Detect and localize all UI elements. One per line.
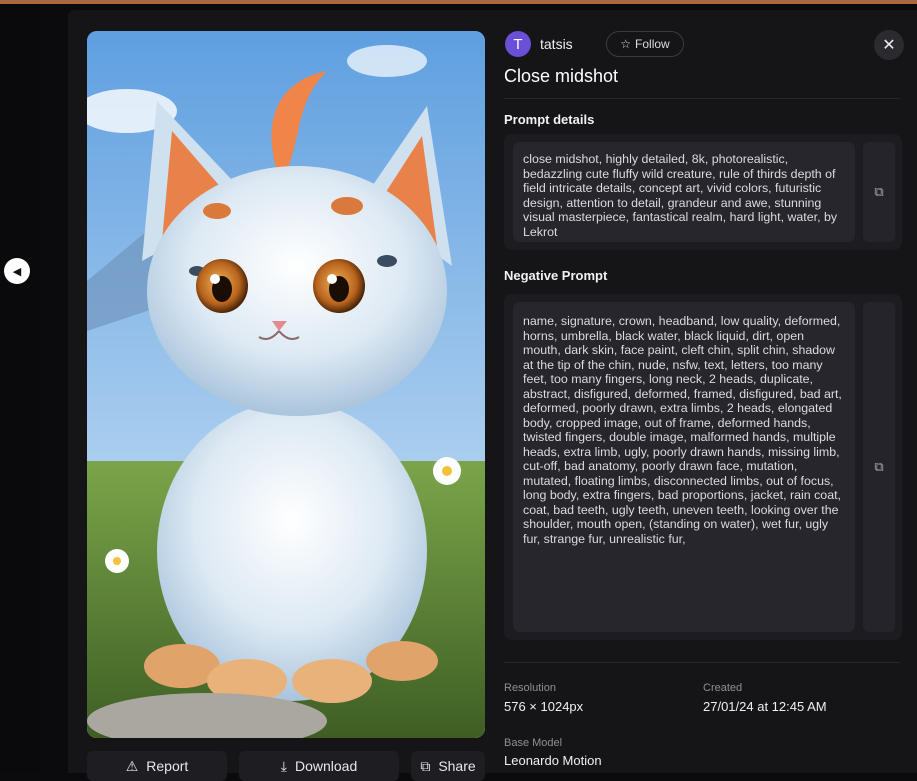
base-model-value: Leonardo Motion: [504, 753, 602, 768]
prompt-box: close midshot, highly detailed, 8k, phot…: [504, 134, 902, 250]
creature-illustration: [87, 31, 485, 738]
report-button[interactable]: ⚠ Report: [87, 751, 227, 781]
author-name[interactable]: tatsis: [540, 36, 573, 52]
negative-prompt-label: Negative Prompt: [504, 268, 608, 283]
download-label: Download: [294, 758, 358, 774]
share-icon: ⧉: [420, 757, 431, 774]
created-label: Created: [703, 682, 743, 694]
download-icon: ⤓: [280, 757, 287, 774]
negative-prompt-box: name, signature, crown, headband, low qu…: [504, 294, 902, 640]
download-button[interactable]: ⤓ Download: [239, 751, 399, 781]
copy-prompt-button[interactable]: ⧉: [863, 142, 895, 242]
copy-icon: ⧉: [874, 459, 884, 474]
warning-icon: ⚠: [125, 757, 139, 774]
copy-icon: ⧉: [874, 184, 884, 199]
copy-negative-prompt-button[interactable]: ⧉: [863, 302, 895, 632]
previous-image-button[interactable]: ◀: [4, 258, 30, 284]
follow-label: Follow: [635, 37, 670, 51]
top-accent-line: [0, 0, 917, 4]
report-label: Report: [146, 758, 189, 774]
base-model-label: Base Model: [504, 737, 563, 749]
share-label: Share: [438, 758, 476, 774]
page-title: Close midshot: [504, 66, 619, 86]
prompt-text: close midshot, highly detailed, 8k, phot…: [513, 142, 855, 242]
avatar[interactable]: T: [505, 31, 531, 57]
meta-divider: [504, 662, 900, 663]
left-gutter: [0, 4, 40, 773]
negative-prompt-text: name, signature, crown, headband, low qu…: [513, 302, 855, 632]
star-icon: ☆: [620, 37, 632, 51]
chevron-left-icon: ◀: [12, 265, 22, 278]
prompt-details-label: Prompt details: [504, 112, 595, 127]
share-button[interactable]: ⧉ Share: [411, 751, 485, 781]
header-divider: [504, 98, 900, 99]
resolution-value: 576 × 1024px: [504, 699, 584, 714]
close-button[interactable]: ✕: [874, 30, 904, 60]
follow-button[interactable]: ☆ Follow: [606, 31, 684, 57]
created-value: 27/01/24 at 12:45 AM: [703, 699, 827, 714]
avatar-initial: T: [513, 35, 523, 53]
resolution-label: Resolution: [504, 682, 556, 694]
close-icon: ✕: [882, 37, 896, 54]
generated-image[interactable]: [87, 31, 485, 738]
